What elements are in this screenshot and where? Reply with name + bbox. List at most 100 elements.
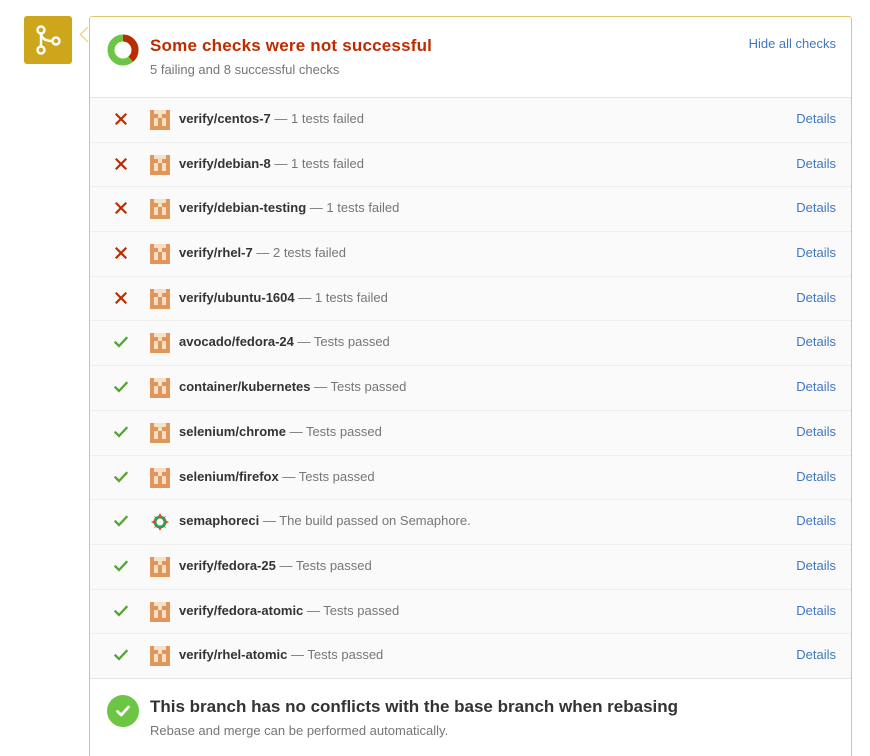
check-details-link[interactable]: Details xyxy=(796,513,836,528)
check-icon xyxy=(114,425,128,439)
x-icon xyxy=(114,246,128,260)
check-context: verify/fedora-25 xyxy=(179,557,276,573)
check-row: verify/centos-7 — 1 tests failed Details xyxy=(90,98,851,143)
check-text: semaphoreci — The build passed on Semaph… xyxy=(179,513,471,528)
check-row: avocado/fedora-24 — Tests passed Details xyxy=(90,321,851,367)
check-text: verify/ubuntu-1604 — 1 tests failed xyxy=(179,290,388,305)
cockpit-avatar xyxy=(150,467,170,488)
check-details-link[interactable]: Details xyxy=(796,111,836,126)
checks-summary: Some checks were not successful 5 failin… xyxy=(90,17,851,98)
check-icon xyxy=(114,604,128,618)
check-context: verify/rhel-atomic xyxy=(179,647,288,663)
check-details-link[interactable]: Details xyxy=(796,424,836,439)
check-context-prefix: verify xyxy=(179,289,214,305)
check-context-name: fedora-24 xyxy=(235,334,294,350)
check-context-prefix: container xyxy=(179,379,238,395)
check-row: verify/fedora-atomic — Tests passed Detai… xyxy=(90,590,851,635)
check-row: selenium/chrome — Tests passed Details xyxy=(90,411,851,456)
check-context-name: firefox xyxy=(238,468,279,484)
check-context-name: debian-testing xyxy=(217,200,307,216)
check-row: verify/debian-testing — 1 tests failed De… xyxy=(90,187,851,233)
check-icon xyxy=(114,559,128,573)
check-text: verify/fedora-atomic — Tests passed xyxy=(179,603,399,618)
cockpit-avatar xyxy=(150,378,170,399)
checks-summary-subtitle: 5 failing and 8 successful checks xyxy=(150,62,340,77)
semaphore-avatar xyxy=(150,512,170,532)
check-context-name: debian-8 xyxy=(217,155,271,171)
check-details-link[interactable]: Details xyxy=(796,245,836,260)
check-context-prefix: verify xyxy=(179,200,214,216)
x-icon xyxy=(114,112,128,126)
check-icon xyxy=(114,514,128,528)
x-icon xyxy=(114,201,128,215)
check-context-name: ubuntu-1604 xyxy=(217,289,295,305)
check-context-prefix: verify xyxy=(179,557,214,573)
git-merge-icon xyxy=(24,16,72,64)
check-circle-icon xyxy=(107,694,139,727)
check-context-prefix: verify xyxy=(179,155,214,171)
hide-all-checks-link[interactable]: Hide all checks xyxy=(749,36,836,51)
mergeability-section: This branch has no conflicts with the ba… xyxy=(90,678,851,754)
check-context: selenium/chrome xyxy=(179,423,286,439)
check-row: verify/rhel-7 — 2 tests failed Details xyxy=(90,232,851,277)
check-description: — 1 tests failed xyxy=(274,155,365,171)
check-row: verify/ubuntu-1604 — 1 tests failed Detai… xyxy=(90,277,851,322)
check-context-name: rhel-7 xyxy=(217,245,253,261)
check-description: — Tests passed xyxy=(289,423,382,439)
check-row: verify/rhel-atomic — Tests passed Details xyxy=(90,634,851,679)
check-details-link[interactable]: Details xyxy=(796,379,836,394)
check-details-link[interactable]: Details xyxy=(796,469,836,484)
check-description: — 1 tests failed xyxy=(274,111,365,126)
check-details-link[interactable]: Details xyxy=(796,647,836,662)
check-context: verify/debian-8 xyxy=(179,155,271,171)
check-context-prefix: selenium xyxy=(179,468,236,484)
check-description: — Tests passed xyxy=(282,468,375,484)
check-text: selenium/chrome — Tests passed xyxy=(179,424,382,439)
check-details-link[interactable]: Details xyxy=(796,558,836,573)
check-text: verify/fedora-25 — Tests passed xyxy=(179,558,372,573)
mergeability-subtitle: Rebase and merge can be performed automa… xyxy=(150,722,449,738)
check-context: selenium/firefox xyxy=(179,468,279,484)
check-details-link[interactable]: Details xyxy=(796,334,836,349)
check-row: selenium/firefox — Tests passed Details xyxy=(90,456,851,501)
check-description: — 1 tests failed xyxy=(298,289,388,305)
check-context-prefix: verify xyxy=(179,647,214,663)
check-context: container/kubernetes xyxy=(179,379,311,395)
check-icon xyxy=(114,335,128,349)
check-context-name: chrome xyxy=(238,423,286,439)
cockpit-avatar xyxy=(150,422,170,443)
cockpit-avatar xyxy=(150,199,170,220)
check-icon xyxy=(114,380,128,394)
check-context: verify/debian-testing xyxy=(179,200,307,216)
check-context-prefix: verify xyxy=(179,245,214,261)
check-context: verify/fedora-atomic xyxy=(179,602,304,618)
check-description: — 1 tests failed xyxy=(309,200,400,216)
check-description: — 2 tests failed xyxy=(256,245,346,261)
check-context: verify/rhel-7 xyxy=(179,245,253,261)
cockpit-avatar xyxy=(150,601,170,622)
check-text: avocado/fedora-24 — Tests passed xyxy=(179,334,390,349)
check-context-name: fedora-atomic xyxy=(217,602,304,618)
cockpit-avatar xyxy=(150,110,170,130)
check-details-link[interactable]: Details xyxy=(796,200,836,215)
check-details-link[interactable]: Details xyxy=(796,290,836,305)
x-icon xyxy=(114,291,128,305)
check-text: verify/debian-testing — 1 tests failed xyxy=(179,200,399,215)
check-text: verify/debian-8 — 1 tests failed xyxy=(179,156,364,171)
check-context-name: kubernetes xyxy=(241,379,311,395)
check-description: — The build passed on Semaphore. xyxy=(262,513,471,529)
check-context-name: semaphoreci xyxy=(179,513,260,529)
cockpit-avatar xyxy=(150,333,170,354)
merge-status-panel: Some checks were not successful 5 failin… xyxy=(89,16,852,756)
check-details-link[interactable]: Details xyxy=(796,156,836,171)
check-context: verify/ubuntu-1604 xyxy=(179,289,295,305)
check-text: verify/rhel-atomic — Tests passed xyxy=(179,647,383,662)
check-context-name: centos-7 xyxy=(217,111,271,126)
check-text: selenium/firefox — Tests passed xyxy=(179,469,375,484)
check-context-prefix: verify xyxy=(179,602,214,618)
cockpit-avatar xyxy=(150,288,170,309)
check-context: verify/centos-7 xyxy=(179,111,271,126)
check-text: container/kubernetes — Tests passed xyxy=(179,379,406,394)
check-details-link[interactable]: Details xyxy=(796,603,836,618)
check-description: — Tests passed xyxy=(314,379,407,395)
